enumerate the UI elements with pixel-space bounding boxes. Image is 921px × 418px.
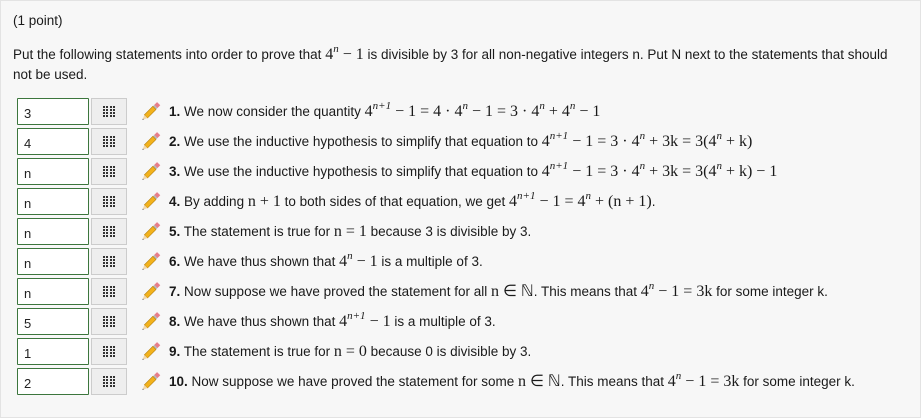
- pencil-icon[interactable]: [138, 130, 162, 154]
- statement-text: 1. We now consider the quantity 4n+1 − 1…: [169, 100, 601, 121]
- statement-text: 10. Now suppose we have proved the state…: [169, 370, 855, 391]
- grid-icon: [103, 105, 115, 118]
- statement-text: 2. We use the inductive hypothesis to si…: [169, 130, 753, 151]
- drag-handle[interactable]: [91, 368, 127, 395]
- grid-icon: [103, 135, 115, 148]
- pencil-icon[interactable]: [138, 190, 162, 214]
- order-input[interactable]: [17, 338, 89, 365]
- pencil-icon[interactable]: [138, 370, 162, 394]
- statement-text: 4. By adding n + 1 to both sides of that…: [169, 190, 656, 211]
- statement-number: 6.: [169, 254, 181, 269]
- statement-text: 3. We use the inductive hypothesis to si…: [169, 160, 778, 181]
- grid-icon: [103, 375, 115, 388]
- order-input[interactable]: [17, 218, 89, 245]
- statement-number: 7.: [169, 284, 181, 299]
- statement-text: 5. The statement is true for n = 1 becau…: [169, 223, 532, 240]
- pencil-icon[interactable]: [138, 250, 162, 274]
- order-input[interactable]: [17, 308, 89, 335]
- drag-handle[interactable]: [91, 98, 127, 125]
- order-input[interactable]: [17, 98, 89, 125]
- order-input[interactable]: [17, 278, 89, 305]
- order-input[interactable]: [17, 158, 89, 185]
- statement-number: 10.: [169, 374, 188, 389]
- statement-text: 6. We have thus shown that 4n − 1 is a m…: [169, 250, 483, 271]
- points-label: (1 point): [13, 13, 63, 28]
- grid-icon: [103, 315, 115, 328]
- pencil-icon[interactable]: [138, 160, 162, 184]
- statement-number: 1.: [169, 104, 181, 119]
- grid-icon: [103, 255, 115, 268]
- problem-statement: Put the following statements into order …: [13, 43, 888, 83]
- order-input[interactable]: [17, 368, 89, 395]
- grid-icon: [103, 345, 115, 358]
- grid-icon: [103, 165, 115, 178]
- pencil-icon[interactable]: [138, 310, 162, 334]
- drag-handle[interactable]: [91, 338, 127, 365]
- statement-text: 9. The statement is true for n = 0 becau…: [169, 343, 532, 360]
- order-input[interactable]: [17, 128, 89, 155]
- statement-number: 8.: [169, 314, 181, 329]
- statement-text: 7. Now suppose we have proved the statem…: [169, 280, 828, 301]
- drag-handle[interactable]: [91, 308, 127, 335]
- grid-icon: [103, 225, 115, 238]
- statement-number: 3.: [169, 164, 181, 179]
- statement-number: 9.: [169, 344, 181, 359]
- statement-number: 4.: [169, 194, 181, 209]
- drag-handle[interactable]: [91, 278, 127, 305]
- statement-number: 5.: [169, 224, 181, 239]
- drag-handle[interactable]: [91, 188, 127, 215]
- statement-number: 2.: [169, 134, 181, 149]
- problem-panel: (1 point) Put the following statements i…: [0, 0, 921, 418]
- order-input[interactable]: [17, 248, 89, 275]
- drag-handle[interactable]: [91, 218, 127, 245]
- drag-handle[interactable]: [91, 248, 127, 275]
- drag-handle[interactable]: [91, 158, 127, 185]
- order-input[interactable]: [17, 188, 89, 215]
- grid-icon: [103, 195, 115, 208]
- pencil-icon[interactable]: [138, 220, 162, 244]
- drag-handle[interactable]: [91, 128, 127, 155]
- pencil-icon[interactable]: [138, 280, 162, 304]
- pencil-icon[interactable]: [138, 100, 162, 124]
- pencil-icon[interactable]: [138, 340, 162, 364]
- grid-icon: [103, 285, 115, 298]
- statement-text: 8. We have thus shown that 4n+1 − 1 is a…: [169, 310, 496, 331]
